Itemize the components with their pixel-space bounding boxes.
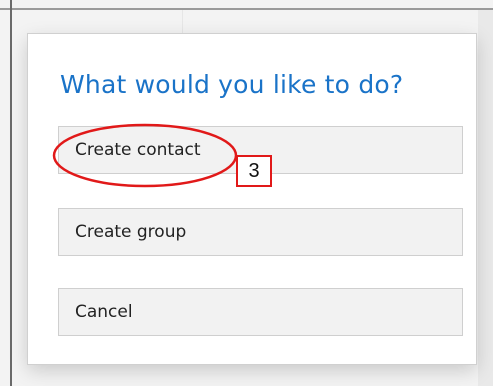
- cancel-button[interactable]: Cancel: [58, 288, 463, 336]
- annotation-step-marker: 3: [236, 155, 272, 187]
- cancel-label: Cancel: [75, 302, 133, 322]
- dialog-title: What would you like to do?: [60, 70, 404, 99]
- action-dialog: What would you like to do? Create contac…: [28, 34, 476, 364]
- background-window-top-edge: [0, 8, 493, 10]
- background-window-left-edge: [10, 0, 12, 386]
- create-group-button[interactable]: Create group: [58, 208, 463, 256]
- create-contact-label: Create contact: [75, 140, 201, 160]
- background-right-shadow: [478, 10, 493, 386]
- create-group-label: Create group: [75, 222, 187, 242]
